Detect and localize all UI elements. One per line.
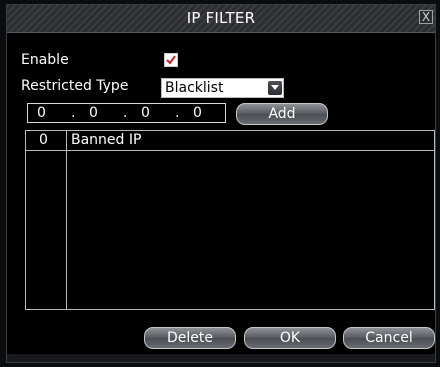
restricted-type-value: Blacklist	[165, 80, 224, 96]
delete-button[interactable]: Delete	[144, 327, 236, 349]
ip-separator-3: .	[175, 105, 180, 121]
column-header-count: 0	[39, 132, 48, 148]
ip-octet-2[interactable]: 0	[89, 105, 98, 121]
enable-label: Enable	[21, 52, 69, 68]
ip-filter-dialog: IP FILTER X Enable Restricted Type Black…	[6, 4, 436, 363]
close-icon: X	[421, 10, 431, 24]
check-icon	[166, 55, 176, 65]
chevron-down-icon	[271, 85, 279, 90]
header-divider	[26, 150, 434, 151]
ip-separator-2: .	[123, 105, 128, 121]
banned-ip-table: 0 Banned IP	[25, 130, 435, 310]
ip-octet-4[interactable]: 0	[193, 105, 202, 121]
restricted-type-label: Restricted Type	[21, 78, 129, 94]
column-header-banned-ip: Banned IP	[71, 132, 142, 148]
ip-separator-1: .	[71, 105, 76, 121]
ip-octet-3[interactable]: 0	[141, 105, 150, 121]
dropdown-arrow[interactable]	[268, 81, 282, 95]
cancel-button[interactable]: Cancel	[343, 327, 435, 349]
ok-button[interactable]: OK	[244, 327, 336, 349]
title-bar: IP FILTER X	[7, 5, 435, 33]
ip-address-input[interactable]: 0 . 0 . 0 . 0	[27, 103, 226, 123]
column-divider	[66, 131, 67, 309]
ip-octet-1[interactable]: 0	[37, 105, 46, 121]
dialog-bottom-edge	[7, 354, 435, 362]
restricted-type-select[interactable]: Blacklist	[161, 78, 284, 98]
close-button[interactable]: X	[419, 10, 433, 24]
dialog-title: IP FILTER	[186, 9, 256, 27]
add-button[interactable]: Add	[236, 103, 328, 125]
enable-checkbox[interactable]	[164, 53, 178, 67]
